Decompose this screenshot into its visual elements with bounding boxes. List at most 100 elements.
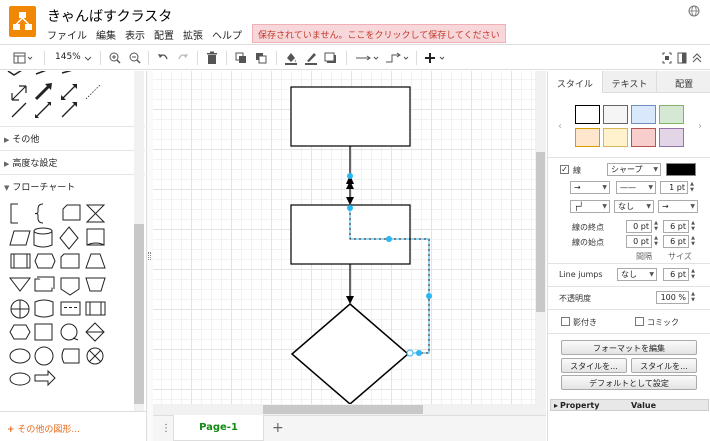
- chevron-left-icon[interactable]: ‹: [558, 121, 562, 132]
- process-box-top[interactable]: [290, 86, 411, 147]
- line-width-stepper[interactable]: ▲ ▼: [689, 181, 695, 194]
- line-color-icon[interactable]: [304, 50, 318, 66]
- line-jumps-size-stepper[interactable]: ▲ ▼: [690, 268, 696, 281]
- save-warning-banner[interactable]: 保存されていません。ここをクリックして保存してください: [252, 24, 506, 43]
- style-swatch-red[interactable]: [631, 128, 656, 147]
- line-style-select[interactable]: シャープ ▼: [607, 163, 661, 176]
- line-end-spacing-stepper[interactable]: ▲ ▼: [653, 220, 659, 233]
- drawio-logo-icon: [13, 12, 32, 30]
- set-as-default-button[interactable]: デフォルトとして設定: [561, 375, 697, 390]
- diagram-canvas[interactable]: [153, 71, 535, 404]
- connection-handle[interactable]: [347, 173, 353, 179]
- document-title[interactable]: きゃんばすクラスタ: [47, 6, 172, 26]
- zoom-out-icon[interactable]: [128, 50, 142, 66]
- property-column-caret-icon[interactable]: ▸: [554, 401, 558, 410]
- page-view-icon[interactable]: [12, 50, 34, 66]
- tab-style[interactable]: スタイル: [548, 71, 602, 93]
- more-shapes-link[interactable]: + その他の図形...: [7, 422, 80, 435]
- style-swatch-blue[interactable]: [631, 105, 656, 124]
- line-width-input[interactable]: 1 pt: [660, 181, 688, 194]
- menu-extras[interactable]: 拡張: [183, 27, 203, 42]
- connection-handle[interactable]: [406, 349, 414, 357]
- arrow-shapes-palette[interactable]: [0, 71, 134, 124]
- menu-arrange[interactable]: 配置: [154, 27, 174, 42]
- chevron-right-icon[interactable]: ›: [698, 121, 702, 132]
- toolbar-divider: [416, 51, 417, 65]
- canvas-horizontal-scroll-thumb[interactable]: [263, 405, 423, 414]
- line-start-select[interactable]: → ▼: [658, 200, 698, 213]
- zoom-dropdown[interactable]: 145%: [55, 52, 81, 62]
- comic-checkbox[interactable]: [635, 317, 644, 326]
- line-pattern-select[interactable]: → ▼: [570, 181, 610, 194]
- globe-icon[interactable]: [688, 5, 700, 17]
- shapes-sidebar: ▶ その他 ▶ 高度な設定 ▼ フローチャート + その他の図形...: [0, 71, 147, 441]
- line-jumps-select[interactable]: なし ▼: [617, 268, 657, 281]
- chevron-down-icon: ▼: [602, 203, 607, 210]
- waypoint-handle[interactable]: [426, 293, 432, 299]
- line-end-size-input[interactable]: 6 pt: [663, 220, 689, 233]
- caret-down-icon: ▼: [4, 184, 10, 192]
- line-end-size-stepper[interactable]: ▲ ▼: [690, 220, 696, 233]
- tab-text[interactable]: テキスト: [601, 71, 657, 93]
- undo-icon[interactable]: [156, 50, 170, 66]
- line-start-spacing-stepper[interactable]: ▲ ▼: [653, 235, 659, 248]
- sidebar-scrollbar-thumb[interactable]: [134, 224, 144, 404]
- menu-help[interactable]: ヘルプ: [212, 27, 242, 42]
- opacity-label: 不透明度: [559, 294, 591, 303]
- opacity-input[interactable]: 100 %: [656, 291, 689, 304]
- line-start-size-stepper[interactable]: ▲ ▼: [690, 235, 696, 248]
- to-front-icon[interactable]: [234, 50, 248, 66]
- connection-icon[interactable]: [354, 50, 380, 66]
- menu-file[interactable]: ファイル: [47, 27, 87, 42]
- line-start-size-input[interactable]: 6 pt: [663, 235, 689, 248]
- add-page-icon[interactable]: +: [272, 420, 284, 436]
- page-menu-icon[interactable]: ⋮: [161, 423, 171, 434]
- redo-icon[interactable]: [176, 50, 190, 66]
- connection-handle[interactable]: [347, 205, 353, 211]
- delete-icon[interactable]: [205, 50, 219, 66]
- style-swatch-green[interactable]: [659, 105, 684, 124]
- paste-style-button[interactable]: スタイルを...: [631, 358, 697, 373]
- shadow-checkbox[interactable]: [561, 317, 570, 326]
- menu-edit[interactable]: 編集: [96, 27, 116, 42]
- chevron-down-icon[interactable]: [84, 50, 92, 66]
- style-swatch-white[interactable]: [575, 105, 600, 124]
- sidebar-section-other[interactable]: ▶ その他: [0, 126, 145, 148]
- splitter-grip-icon[interactable]: [148, 252, 151, 260]
- sidebar-section-flowchart[interactable]: ▼ フローチャート: [0, 174, 145, 196]
- fit-icon[interactable]: [661, 50, 673, 66]
- waypoints-icon[interactable]: [384, 50, 410, 66]
- line-checkbox[interactable]: ✓: [560, 165, 569, 174]
- line-end-spacing-input[interactable]: 0 pt: [626, 220, 652, 233]
- line-start-spacing-input[interactable]: 0 pt: [626, 235, 652, 248]
- edit-style-button[interactable]: フォーマットを編集: [561, 340, 697, 355]
- canvas-vertical-scroll-thumb[interactable]: [536, 152, 545, 312]
- page-tab-page-1[interactable]: Page-1: [173, 415, 264, 441]
- copy-style-button[interactable]: スタイルを...: [561, 358, 627, 373]
- zoom-in-icon[interactable]: [108, 50, 122, 66]
- line-end-select[interactable]: なし ▼: [614, 200, 654, 213]
- shadow-icon[interactable]: [323, 50, 337, 66]
- tab-arrange[interactable]: 配置: [656, 71, 710, 93]
- collapse-icon[interactable]: [691, 50, 703, 66]
- waypoint-handle[interactable]: [416, 350, 422, 356]
- sidebar-section-advanced[interactable]: ▶ 高度な設定: [0, 150, 145, 172]
- decision-diamond[interactable]: [290, 303, 410, 404]
- menu-view[interactable]: 表示: [125, 27, 145, 42]
- to-back-icon[interactable]: [254, 50, 268, 66]
- line-color-picker[interactable]: [666, 163, 696, 176]
- waypoint-handle[interactable]: [386, 236, 392, 242]
- style-swatch-orange[interactable]: [575, 128, 600, 147]
- waypoint-style-select[interactable]: ┌┘ ▼: [570, 200, 610, 213]
- style-swatch-purple[interactable]: [659, 128, 684, 147]
- insert-icon[interactable]: [423, 50, 447, 66]
- panel-divider: [548, 309, 710, 310]
- fill-color-icon[interactable]: [284, 50, 298, 66]
- line-dash-select[interactable]: —— ▼: [616, 181, 656, 194]
- style-swatch-gray[interactable]: [603, 105, 628, 124]
- style-swatch-yellow[interactable]: [603, 128, 628, 147]
- flowchart-shapes-palette[interactable]: [6, 201, 131, 411]
- opacity-stepper[interactable]: ▲ ▼: [690, 291, 696, 304]
- format-panel-icon[interactable]: [676, 50, 688, 66]
- line-jumps-size-input[interactable]: 6 pt: [663, 268, 689, 281]
